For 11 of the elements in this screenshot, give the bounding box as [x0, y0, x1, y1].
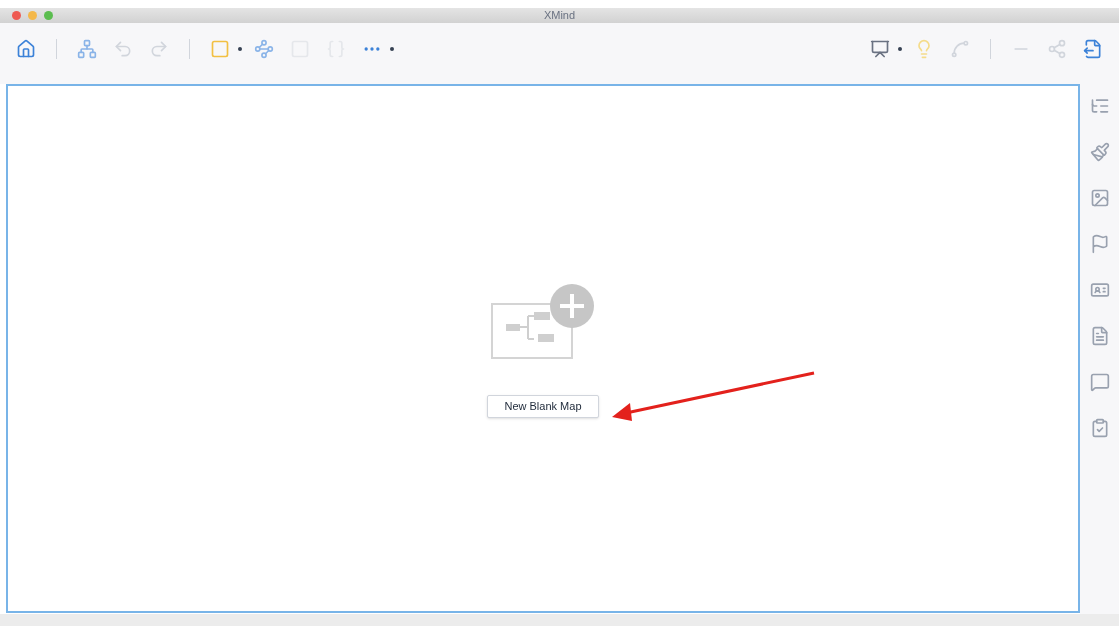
- new-map-icon: [490, 282, 596, 360]
- zoom-button[interactable]: [44, 11, 53, 20]
- comment-icon[interactable]: [1089, 372, 1110, 392]
- new-blank-map-button[interactable]: New Blank Map: [487, 395, 599, 418]
- card-icon[interactable]: [1089, 280, 1110, 300]
- close-button[interactable]: [12, 11, 21, 20]
- minimize-button[interactable]: [28, 11, 37, 20]
- brush-icon[interactable]: [1089, 142, 1110, 162]
- image-icon[interactable]: [1089, 188, 1110, 208]
- outline-icon[interactable]: [1089, 96, 1110, 116]
- window-title: XMind: [543, 8, 576, 24]
